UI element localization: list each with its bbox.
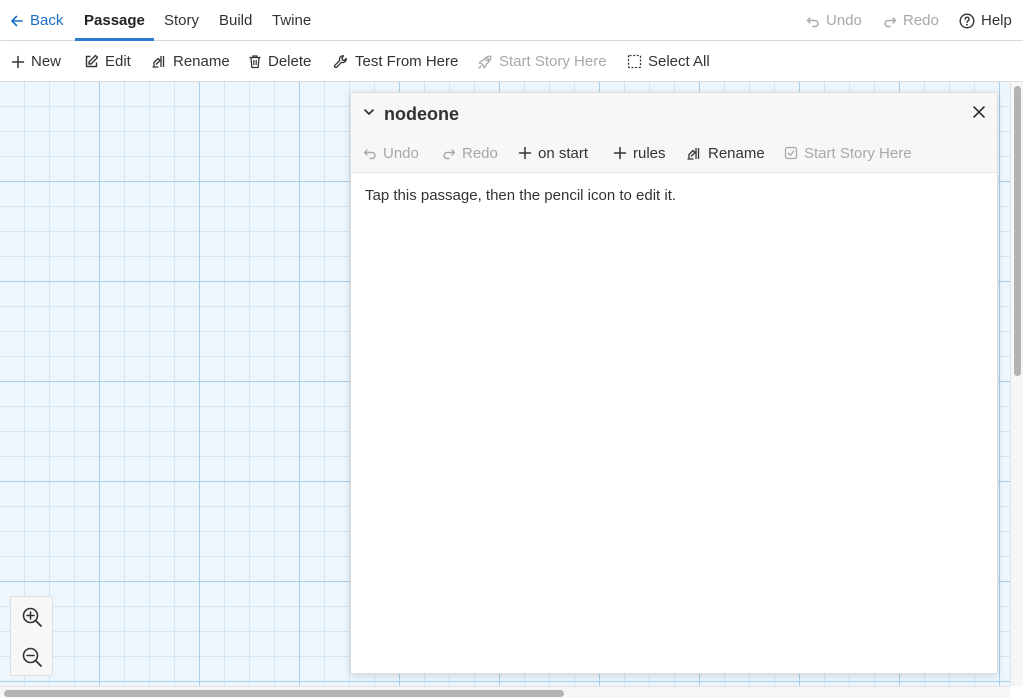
help-circle-icon (959, 12, 975, 29)
new-button[interactable]: New (11, 41, 61, 82)
passage-text[interactable]: Tap this passage, then the pencil icon t… (365, 187, 676, 204)
plus-icon (11, 55, 25, 69)
select-all-button[interactable]: Select All (627, 41, 710, 82)
redo-button[interactable]: Redo (883, 0, 939, 41)
tab-twine[interactable]: Twine (272, 0, 311, 41)
delete-button[interactable]: Delete (248, 41, 311, 82)
on-start-label: on start (538, 144, 589, 162)
redo-label: Redo (903, 12, 939, 29)
undo-icon (363, 146, 377, 160)
test-from-here-label: Test From Here (355, 53, 459, 70)
start-story-here-button[interactable]: Start Story Here (477, 41, 607, 82)
rename-icon (151, 54, 167, 69)
passage-edit-dialog: nodeone Undo Redo on start rules Rename … (350, 92, 998, 674)
back-button[interactable]: Back (10, 0, 63, 41)
help-button[interactable]: Help (959, 0, 1012, 41)
dialog-start-story-here-label: Start Story Here (804, 144, 912, 162)
dialog-redo-label: Redo (462, 144, 498, 162)
undo-label: Undo (826, 12, 862, 29)
wrench-icon (333, 54, 349, 70)
plus-icon (613, 146, 627, 160)
arrow-left-icon (10, 14, 24, 28)
chevron-down-icon[interactable] (363, 106, 375, 118)
rules-button[interactable]: rules (613, 141, 666, 165)
new-label: New (31, 53, 62, 70)
start-story-here-label: Start Story Here (499, 53, 607, 70)
dialog-undo-button[interactable]: Undo (363, 141, 419, 165)
top-tab-bar: Back Passage Story Build Twine Undo Redo… (0, 0, 1023, 41)
select-all-label: Select All (648, 53, 710, 70)
tab-build[interactable]: Build (219, 0, 252, 41)
zoom-controls (10, 596, 53, 676)
horizontal-scrollbar[interactable] (0, 686, 1010, 698)
delete-label: Delete (268, 53, 312, 70)
rocket-icon (477, 54, 493, 70)
test-from-here-button[interactable]: Test From Here (333, 41, 458, 82)
checkbox-icon (784, 146, 798, 160)
dialog-rename-button[interactable]: Rename (686, 141, 765, 165)
dialog-title: nodeone (384, 104, 459, 124)
on-start-button[interactable]: on start (518, 141, 588, 165)
passage-toolbar: New Edit Rename Delete Test From Here St… (0, 41, 1023, 82)
vertical-scrollbar-thumb[interactable] (1014, 86, 1021, 376)
trash-icon (248, 54, 262, 69)
redo-icon (442, 146, 456, 160)
plus-icon (518, 146, 532, 160)
close-icon[interactable] (971, 104, 987, 120)
rename-label: Rename (173, 53, 230, 70)
undo-button[interactable]: Undo (806, 0, 862, 41)
rules-label: rules (633, 144, 666, 162)
horizontal-scrollbar-thumb[interactable] (4, 690, 564, 697)
zoom-in-icon[interactable] (21, 606, 43, 628)
dialog-header: nodeone Undo Redo on start rules Rename … (351, 93, 997, 173)
vertical-scrollbar[interactable] (1010, 82, 1023, 686)
tab-story[interactable]: Story (164, 0, 199, 41)
dialog-rename-label: Rename (708, 144, 765, 162)
dialog-redo-button[interactable]: Redo (442, 141, 498, 165)
edit-label: Edit (105, 53, 131, 70)
help-label: Help (981, 12, 1012, 29)
zoom-out-icon[interactable] (21, 646, 43, 668)
dialog-start-story-here-button[interactable]: Start Story Here (784, 141, 912, 165)
redo-icon (883, 14, 897, 28)
rename-button[interactable]: Rename (151, 41, 230, 82)
tab-passage[interactable]: Passage (84, 0, 145, 41)
dialog-undo-label: Undo (383, 144, 419, 162)
pencil-square-icon (84, 54, 99, 69)
dashed-square-icon (627, 54, 642, 69)
rename-icon (686, 146, 702, 161)
back-label: Back (30, 12, 64, 29)
edit-button[interactable]: Edit (84, 41, 131, 82)
undo-icon (806, 14, 820, 28)
